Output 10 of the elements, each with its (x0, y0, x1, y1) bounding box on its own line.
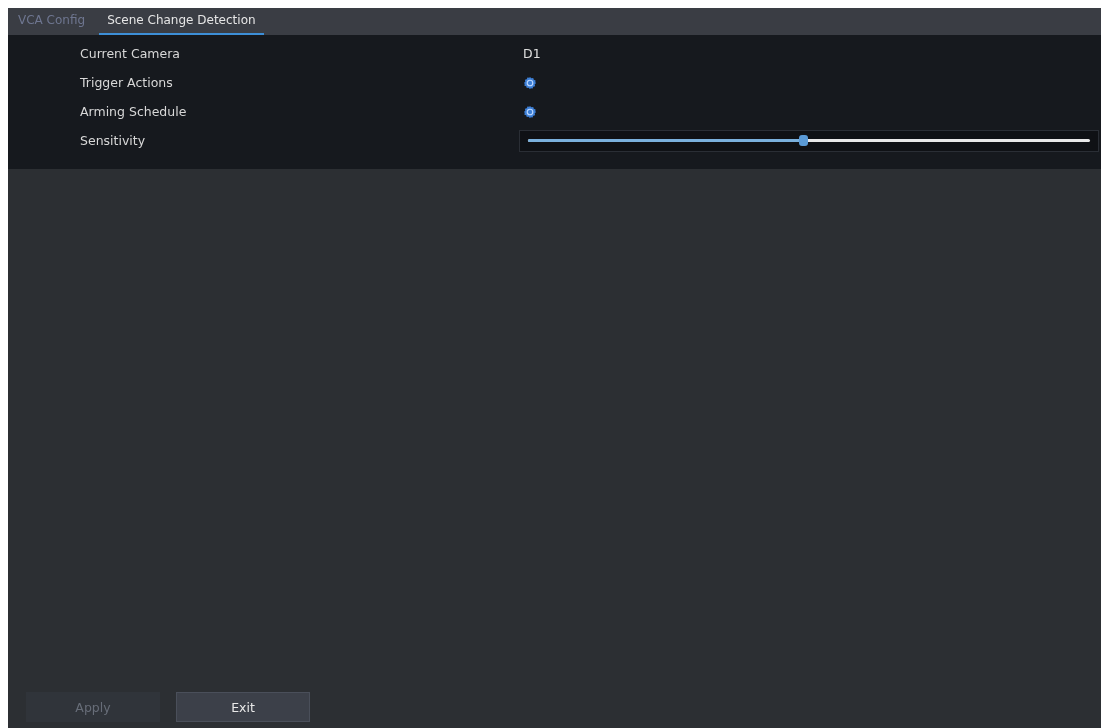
slider[interactable] (519, 129, 1099, 152)
gear-icon[interactable] (523, 104, 537, 119)
gear-icon[interactable] (523, 75, 537, 90)
camera-value: D1 (523, 46, 541, 61)
setting-label: Arming Schedule (79, 104, 188, 119)
setting-label: Trigger Actions (79, 75, 174, 90)
setting-label: Sensitivity (79, 133, 147, 148)
button[interactable]: Exit (176, 692, 310, 722)
slider-thumb[interactable] (799, 135, 809, 146)
setting-label: Current Camera (79, 46, 181, 61)
